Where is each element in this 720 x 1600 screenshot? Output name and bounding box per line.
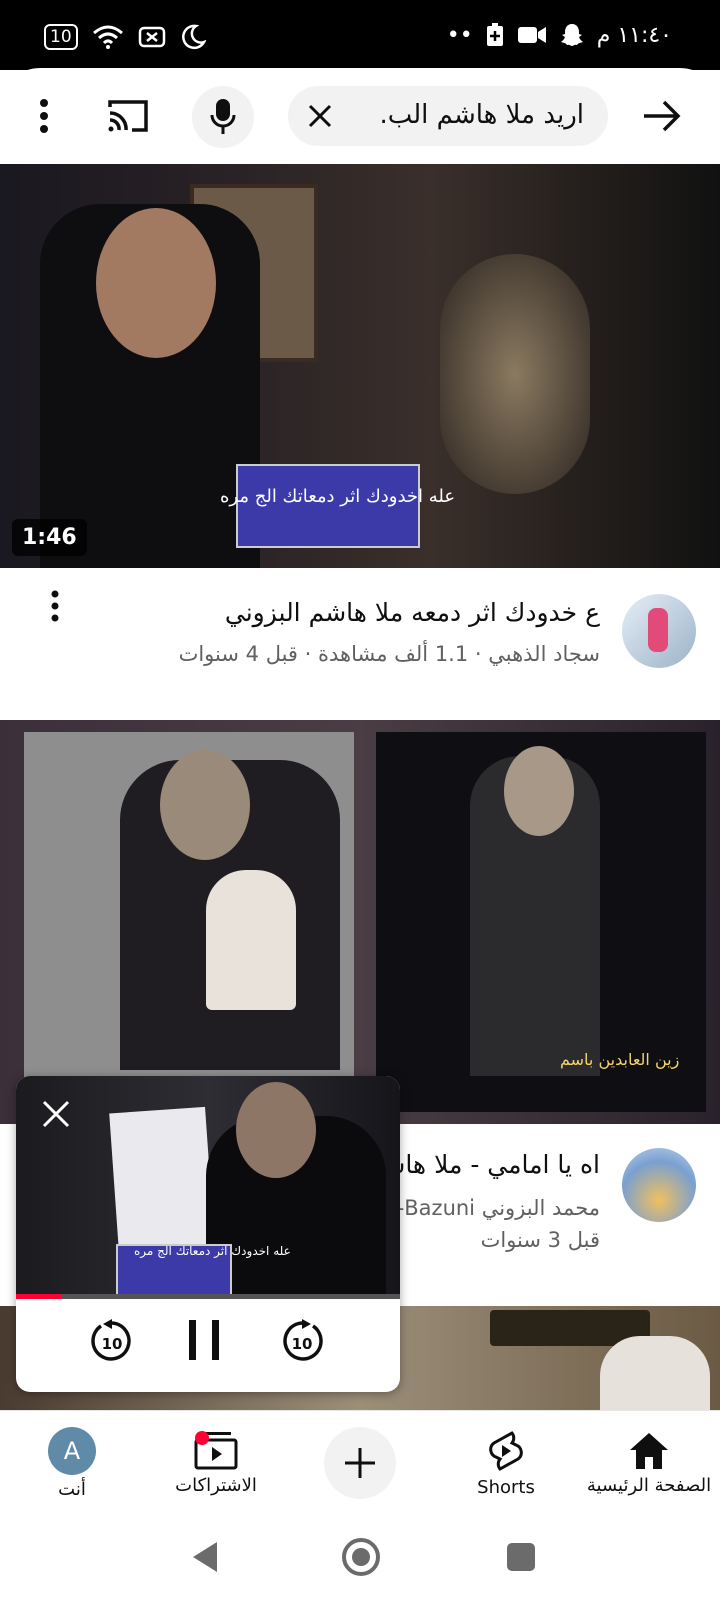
bottom-navigation: A أنت الاشتراكات Shorts الصفحة الرئيسية: [0, 1410, 720, 1515]
no-sim-icon: [138, 26, 165, 48]
voice-search-button[interactable]: [192, 86, 254, 148]
subscriptions-icon: [194, 1430, 238, 1469]
nav-shorts[interactable]: Shorts: [456, 1411, 556, 1515]
pause-button[interactable]: [180, 1314, 228, 1366]
seek-forward-label: 10: [292, 1335, 313, 1353]
replay-10-icon: 10: [91, 1319, 131, 1361]
mini-player-progress[interactable]: [16, 1294, 400, 1299]
video-options-icon[interactable]: [40, 584, 70, 628]
nav-shorts-label: Shorts: [477, 1476, 535, 1498]
singer-face: [236, 1082, 316, 1178]
microphone-icon: [210, 99, 236, 134]
close-icon[interactable]: [36, 1094, 76, 1134]
snapchat-icon: [560, 24, 583, 46]
video-thumbnail[interactable]: زين العابدين باسم: [0, 720, 720, 1124]
person-figure: [600, 1336, 710, 1410]
duration-badge: 1:46: [12, 519, 87, 556]
battery-saver-icon: [486, 23, 503, 46]
clear-search-icon[interactable]: [302, 98, 338, 134]
mini-player-video[interactable]: عله اخدودك اثر دمعاتك الج مره: [16, 1076, 400, 1296]
video-title[interactable]: اه يا امامي - ملا هاشم: [368, 1150, 600, 1179]
channel-name: محمد البزوني Bazuni-: [396, 1196, 600, 1220]
seek-back-10-button[interactable]: 10: [88, 1314, 136, 1366]
battery-icon: 10: [44, 24, 78, 50]
home-icon: [630, 1432, 668, 1469]
avatar: A: [48, 1426, 96, 1475]
more-options-icon[interactable]: [24, 94, 64, 138]
video-meta-row: ع خدودك اثر دمعه ملا هاشم البزوني سجاد ا…: [0, 568, 720, 720]
mini-player-caption: عله اخدودك اثر دمعاتك الج مره: [134, 1244, 291, 1258]
podium-sign: [206, 870, 296, 1010]
video-title[interactable]: ع خدودك اثر دمعه ملا هاشم البزوني: [225, 598, 600, 627]
forward-10-icon: 10: [283, 1319, 323, 1361]
video-metadata: سجاد الذهبي · 1.1 ألف مشاهدة · قبل 4 سنو…: [178, 642, 600, 666]
shorts-icon: [489, 1430, 523, 1471]
portrait-frame: [440, 254, 590, 494]
moon-icon: [181, 24, 206, 50]
search-header: اريد ملا هاشم الب.: [0, 68, 720, 164]
system-back-icon[interactable]: [180, 1532, 230, 1582]
pause-icon: [189, 1320, 219, 1360]
status-dots: ••: [446, 22, 473, 48]
singer-face: [160, 750, 250, 860]
paper-sheet: [109, 1106, 215, 1254]
notification-dot-icon: [195, 1430, 209, 1445]
system-home-icon[interactable]: [334, 1530, 388, 1584]
nav-subscriptions[interactable]: الاشتراكات: [166, 1411, 266, 1515]
system-navigation-bar: [0, 1514, 720, 1600]
thumbnail-caption: عله اخدودك اثر دمعاتك الج مره: [220, 486, 456, 507]
search-query-text: اريد ملا هاشم الب.: [379, 100, 584, 130]
singer-face: [504, 746, 574, 836]
add-icon: [324, 1427, 396, 1499]
avatar-letter: A: [63, 1436, 81, 1465]
create-button[interactable]: [324, 1411, 396, 1515]
nav-home-label: الصفحة الرئيسية: [586, 1474, 712, 1496]
nav-subscriptions-label: الاشتراكات: [175, 1474, 257, 1496]
seek-forward-10-button[interactable]: 10: [278, 1314, 326, 1366]
nav-you[interactable]: A أنت: [30, 1411, 114, 1515]
mini-player-progress-fill: [16, 1294, 63, 1299]
status-bar: 10 •• ١١:٤٠ م: [0, 0, 720, 70]
seek-back-label: 10: [102, 1335, 123, 1353]
wifi-icon: [92, 25, 123, 49]
mini-player[interactable]: عله اخدودك اثر دمعاتك الج مره 10 10: [16, 1076, 400, 1392]
status-time: ١١:٤٠ م: [596, 22, 672, 48]
channel-avatar[interactable]: [622, 1148, 696, 1222]
cast-icon[interactable]: [104, 94, 152, 138]
thumbnail-caption: زين العابدين باسم: [560, 1050, 680, 1069]
search-input[interactable]: اريد ملا هاشم الب.: [288, 86, 608, 146]
nav-home[interactable]: الصفحة الرئيسية: [584, 1411, 714, 1515]
video-metadata: قبل 3 سنوات: [480, 1228, 600, 1252]
channel-avatar[interactable]: [622, 594, 696, 668]
singer-face: [96, 208, 216, 358]
system-recents-icon[interactable]: [496, 1532, 546, 1582]
video-camera-icon: [517, 27, 546, 43]
video-thumbnail[interactable]: عله اخدودك اثر دمعاتك الج مره 1:46: [0, 164, 720, 568]
back-arrow-icon[interactable]: [640, 94, 684, 138]
nav-you-label: أنت: [58, 1478, 86, 1500]
